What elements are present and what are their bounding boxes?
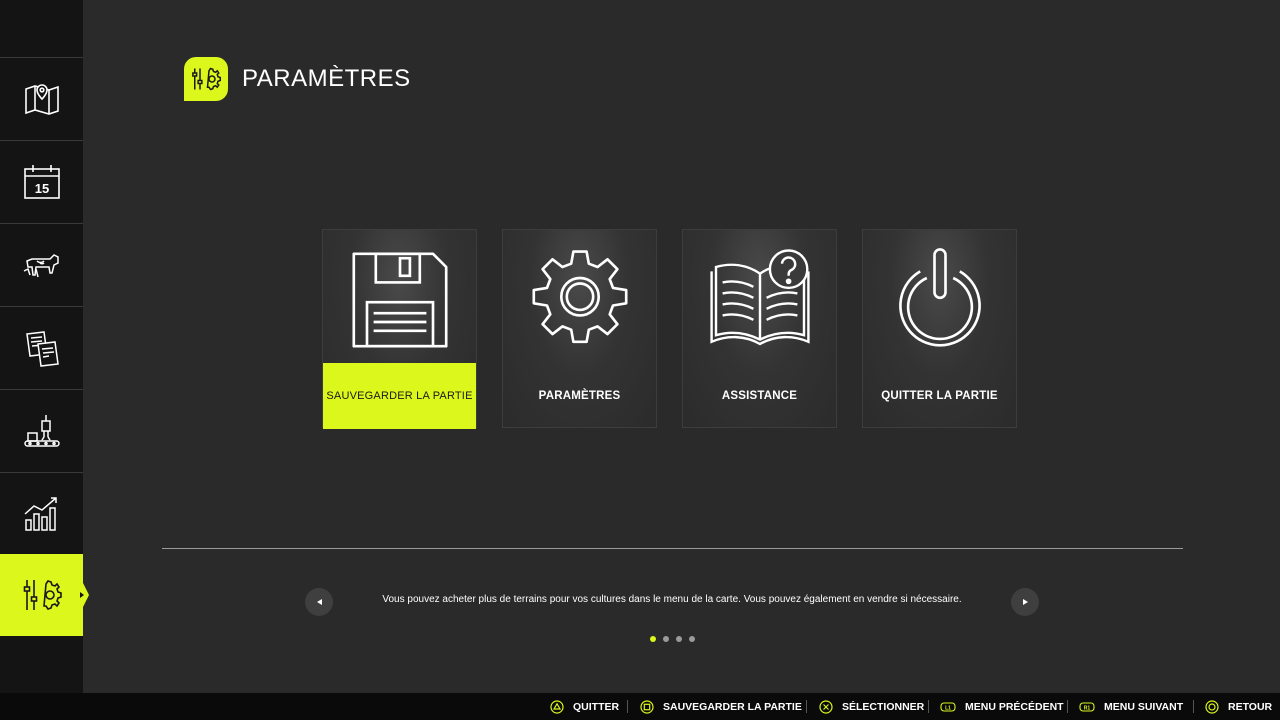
tip-previous-button[interactable]	[305, 588, 333, 616]
sidebar-item-statistics[interactable]	[0, 473, 83, 556]
hint-quit[interactable]: QUITTER	[550, 693, 619, 720]
tip-text: Vous pouvez acheter plus de terrains pou…	[382, 594, 962, 605]
hint-next-menu-label: MENU SUIVANT	[1104, 700, 1184, 713]
page-dot[interactable]	[650, 636, 656, 642]
settings-icon	[23, 580, 62, 610]
hint-separator	[1193, 700, 1194, 713]
r1-button-icon: R1	[1079, 701, 1095, 712]
calendar-icon: 15	[23, 165, 60, 199]
button-hint-bar: QUITTER SAUVEGARDER LA PARTIE SÉLECTIONN…	[0, 693, 1280, 720]
hint-back-label: RETOUR	[1228, 700, 1273, 713]
tip-pagination	[650, 636, 695, 642]
hint-separator	[627, 700, 628, 713]
sidebar: 15	[0, 0, 89, 693]
hint-save[interactable]: SAUVEGARDER LA PARTIE	[640, 693, 802, 720]
hint-separator	[1067, 700, 1068, 713]
hint-previous-menu[interactable]: L1 MENU PRÉCÉDENT	[940, 693, 1064, 720]
arrow-right-icon	[1022, 599, 1028, 605]
sidebar-item-calendar[interactable]: 15	[0, 141, 83, 224]
page-dot[interactable]	[663, 636, 669, 642]
page-dot[interactable]	[676, 636, 682, 642]
save-icon	[323, 240, 476, 360]
page-header: PARAMÈTRES	[184, 57, 411, 101]
production-icon	[23, 415, 60, 447]
help-book-icon	[683, 240, 836, 360]
page-title: PARAMÈTRES	[242, 65, 411, 92]
sidebar-item-production[interactable]	[0, 390, 83, 473]
cross-button-icon	[819, 699, 833, 714]
hint-select-label: SÉLECTIONNER	[842, 700, 925, 713]
circle-button-icon	[1205, 699, 1219, 714]
save-game-card[interactable]: SAUVEGARDER LA PARTIE	[322, 229, 477, 429]
settings-card[interactable]: PARAMÈTRES	[502, 229, 657, 428]
sidebar-top-spacer	[0, 0, 83, 58]
map-icon	[24, 84, 59, 115]
triangle-button-icon	[550, 699, 564, 714]
contracts-icon	[25, 331, 59, 367]
statistics-icon	[24, 497, 57, 531]
settings-header-icon	[184, 57, 228, 101]
quit-game-card[interactable]: QUITTER LA PARTIE	[862, 229, 1017, 428]
calendar-day-text: 15	[34, 181, 48, 196]
gear-icon	[503, 240, 656, 360]
l1-button-icon: L1	[940, 701, 956, 712]
quit-game-label: QUITTER LA PARTIE	[881, 390, 998, 402]
hint-save-label: SAUVEGARDER LA PARTIE	[663, 700, 802, 713]
hint-separator	[806, 700, 807, 713]
page-dot[interactable]	[689, 636, 695, 642]
sidebar-item-animals[interactable]	[0, 224, 83, 307]
hint-quit-label: QUITTER	[573, 700, 620, 713]
hint-separator	[928, 700, 929, 713]
arrow-left-icon	[316, 599, 322, 605]
animals-icon	[23, 254, 59, 278]
save-game-label: SAUVEGARDER LA PARTIE	[323, 363, 476, 429]
tip-next-button[interactable]	[1011, 588, 1039, 616]
power-icon	[863, 240, 1016, 360]
hint-previous-menu-label: MENU PRÉCÉDENT	[965, 700, 1064, 713]
sidebar-item-contracts[interactable]	[0, 307, 83, 390]
svg-text:R1: R1	[1084, 705, 1091, 711]
divider	[162, 548, 1183, 549]
svg-text:L1: L1	[945, 705, 951, 711]
hint-next-menu[interactable]: R1 MENU SUIVANT	[1079, 693, 1183, 720]
sidebar-item-settings[interactable]	[0, 554, 89, 636]
active-indicator-dot	[80, 592, 84, 598]
hint-back[interactable]: RETOUR	[1205, 693, 1272, 720]
assistance-label: ASSISTANCE	[721, 390, 798, 402]
square-button-icon	[640, 699, 654, 714]
assistance-card[interactable]: ASSISTANCE	[682, 229, 837, 428]
settings-label: PARAMÈTRES	[538, 390, 621, 402]
hint-select[interactable]: SÉLECTIONNER	[819, 693, 924, 720]
sidebar-item-map[interactable]	[0, 58, 83, 141]
